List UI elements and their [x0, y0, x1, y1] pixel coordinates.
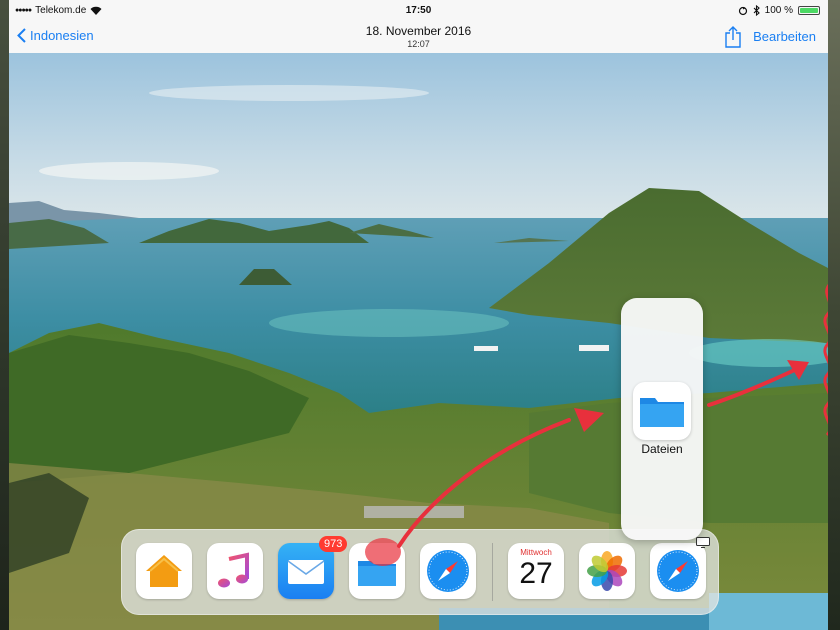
drag-app-popup[interactable]: Dateien	[621, 298, 703, 540]
safari-recent-app-icon[interactable]	[650, 543, 706, 599]
orientation-lock-icon	[738, 6, 747, 15]
popup-label: Dateien	[641, 442, 683, 456]
music-app-icon[interactable]	[207, 543, 263, 599]
calendar-app-icon[interactable]: Mittwoch 27	[508, 543, 564, 599]
files-icon	[358, 561, 396, 586]
files-popup-icon	[633, 382, 691, 440]
bluetooth-icon	[753, 5, 760, 16]
files-app-icon[interactable]	[349, 543, 405, 599]
ipad-screen: ●●●●● Telekom.de 17:50 100 % Indonesien …	[9, 0, 828, 630]
photos-icon	[587, 551, 627, 591]
background-right-edge	[828, 0, 840, 630]
files-folder-icon	[640, 398, 684, 427]
status-right: 100 %	[738, 5, 820, 16]
safari-app-icon[interactable]	[420, 543, 476, 599]
photo-date-title: 18. November 2016	[365, 24, 472, 38]
dock-divider	[492, 543, 493, 601]
music-icon	[218, 552, 249, 588]
photo-time-subtitle: 12:07	[407, 39, 430, 49]
safari-icon	[657, 550, 699, 592]
battery-icon	[798, 6, 820, 15]
background-left-edge	[0, 0, 9, 630]
edit-button[interactable]: Bearbeiten	[753, 29, 816, 44]
photos-app-icon[interactable]	[579, 543, 635, 599]
home-app-icon[interactable]	[136, 543, 192, 599]
calendar-weekday: Mittwoch	[520, 548, 552, 557]
mail-badge: 973	[319, 536, 348, 552]
calendar-date: 27	[519, 557, 553, 590]
status-time: 17:50	[405, 5, 432, 16]
battery-percent: 100 %	[764, 5, 793, 16]
handoff-display-icon	[696, 537, 710, 548]
safari-icon	[427, 550, 469, 592]
navigation-bar: Indonesien 18. November 2016 12:07 Bearb…	[9, 22, 828, 54]
app-dock: 973 Mittwoch 27	[121, 529, 719, 615]
share-icon	[725, 26, 741, 48]
share-button[interactable]	[725, 26, 741, 53]
status-bar: ●●●●● Telekom.de 17:50 100 %	[9, 0, 828, 22]
screenshot-frame: ●●●●● Telekom.de 17:50 100 % Indonesien …	[0, 0, 840, 630]
home-icon	[146, 555, 182, 587]
